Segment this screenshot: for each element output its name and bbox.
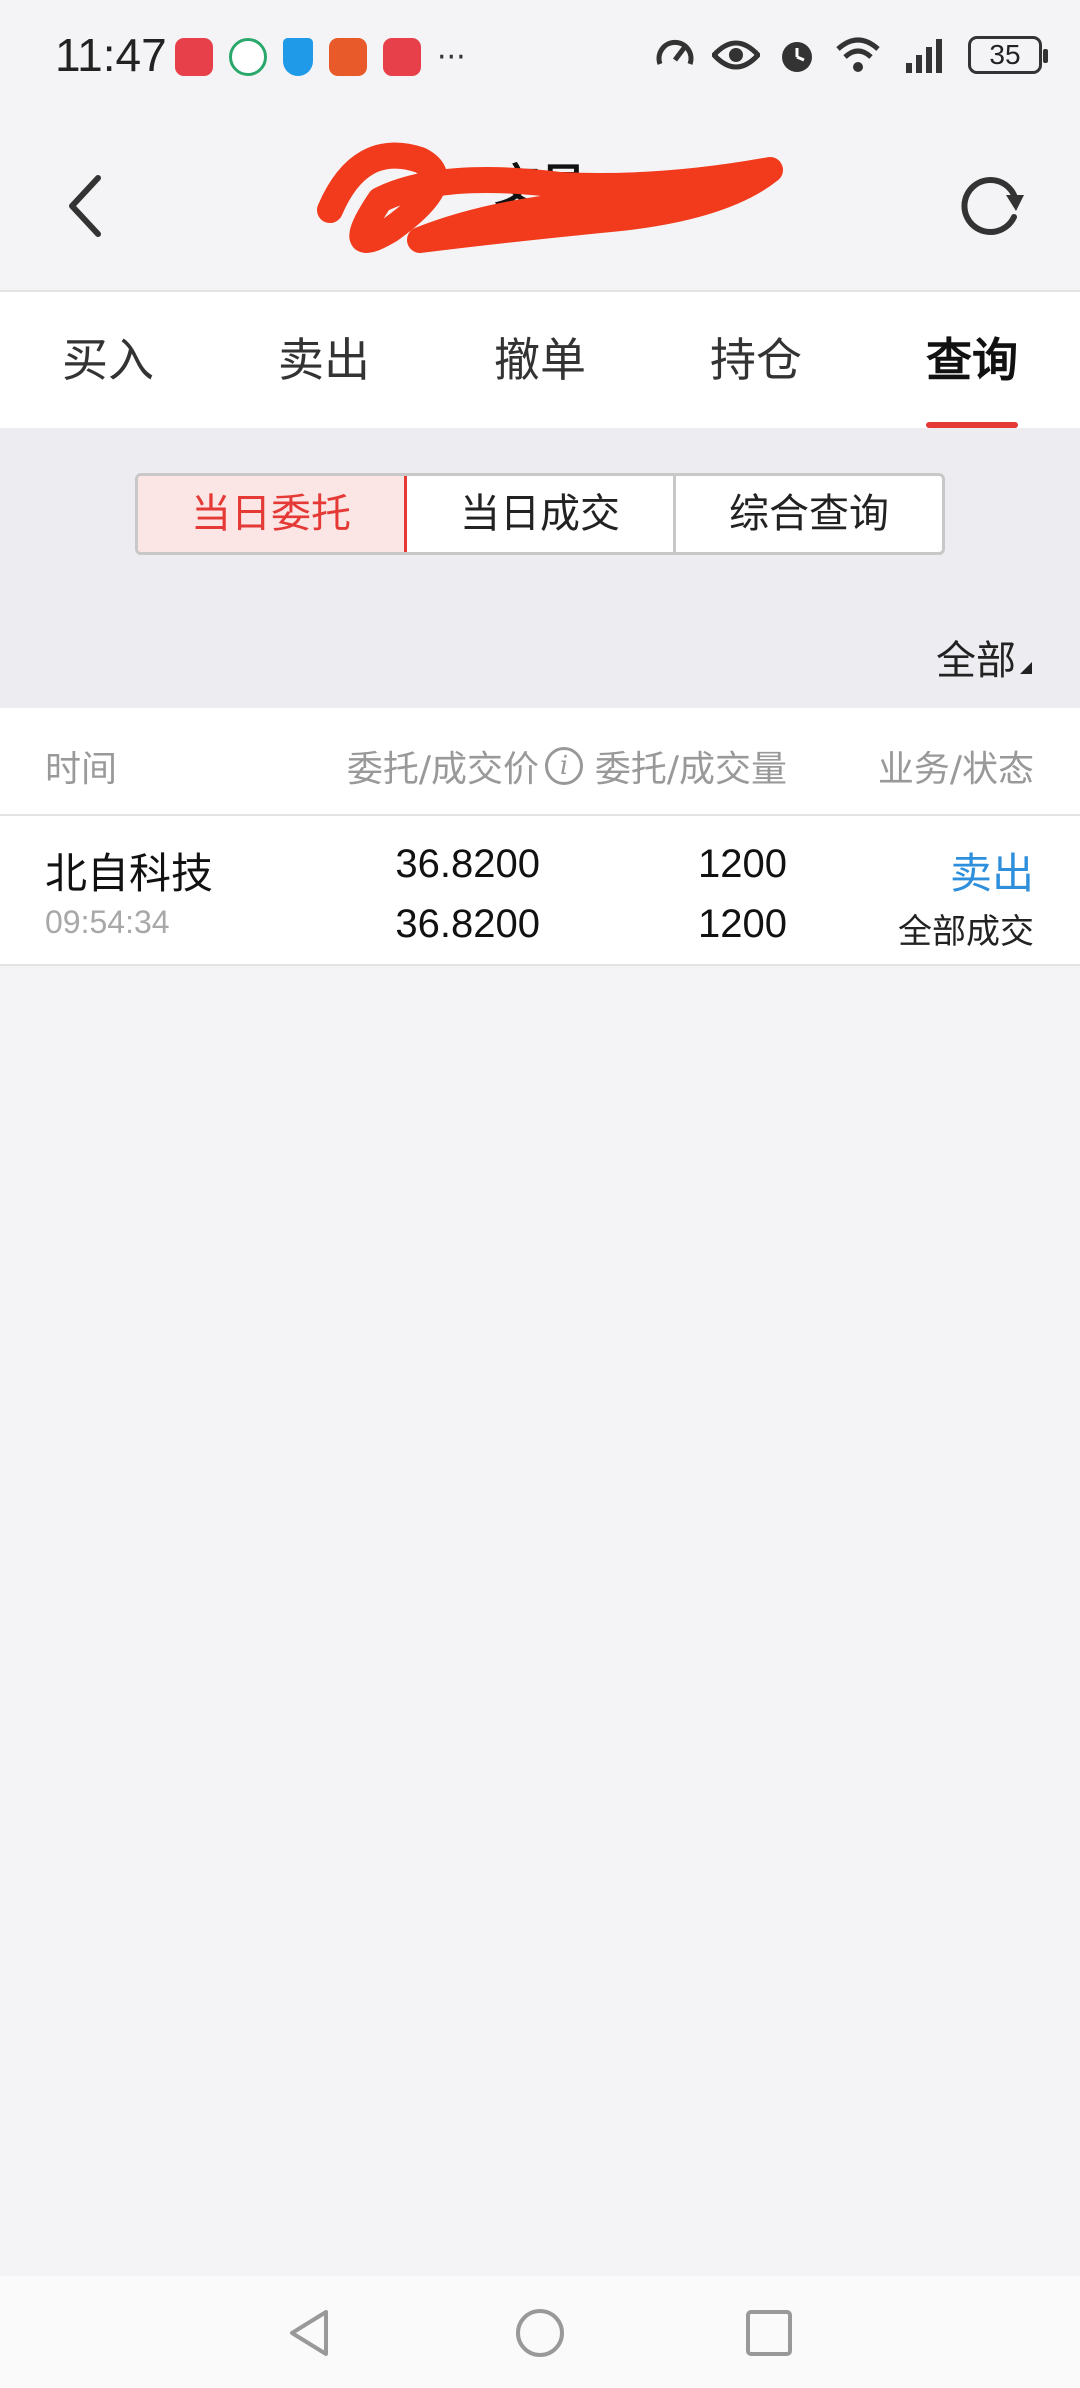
dropdown-triangle-icon xyxy=(1020,662,1032,674)
table-row[interactable]: 北自科技 09:54:34 36.8200 36.8200 1200 1200 … xyxy=(0,816,1080,966)
segment-today-orders[interactable]: 当日委托 xyxy=(138,476,407,552)
tab-buy[interactable]: 买入 xyxy=(0,292,216,428)
tab-cancel[interactable]: 撤单 xyxy=(432,292,648,428)
tab-sell[interactable]: 卖出 xyxy=(216,292,432,428)
order-status: 全部成交 xyxy=(898,912,1034,952)
more-notifications-icon: ··· xyxy=(437,39,466,75)
nav-recents-icon[interactable] xyxy=(742,2306,796,2360)
stock-name: 北自科技 xyxy=(45,849,214,898)
order-quantity: 1200 xyxy=(698,842,787,886)
notification-icons: ··· xyxy=(175,38,466,76)
tab-positions[interactable]: 持仓 xyxy=(648,292,864,428)
column-header-price-label: 委托/成交价 xyxy=(346,749,539,790)
order-price: 36.8200 xyxy=(395,842,540,886)
shield-icon xyxy=(283,38,313,76)
status-bar: 11:47 ··· 35 xyxy=(0,0,1080,110)
securities-app-icon xyxy=(329,38,367,76)
trade-tabs: 买入 卖出 撤单 持仓 查询 xyxy=(0,292,1080,428)
nav-home-icon[interactable] xyxy=(513,2306,567,2360)
refresh-icon[interactable] xyxy=(950,165,1030,245)
system-navigation-bar xyxy=(0,2276,1080,2388)
segment-general-query[interactable]: 综合查询 xyxy=(676,476,942,552)
filter-label: 全部 xyxy=(936,638,1016,684)
battery-indicator: 35 xyxy=(968,36,1048,74)
segment-control: 当日委托 当日成交 综合查询 xyxy=(135,473,945,555)
alarm-icon xyxy=(782,42,812,72)
nav-back-icon[interactable] xyxy=(282,2306,336,2360)
app-icon xyxy=(229,38,267,76)
tab-query[interactable]: 查询 xyxy=(864,292,1080,428)
order-time: 09:54:34 xyxy=(45,904,170,940)
speed-icon xyxy=(656,40,694,65)
query-segment-area: 当日委托 当日成交 综合查询 全部 xyxy=(0,428,1080,708)
info-icon[interactable]: i xyxy=(545,747,583,785)
huawei-store-icon xyxy=(175,38,213,76)
column-header-quantity: 委托/成交量 xyxy=(594,749,787,790)
filter-dropdown[interactable]: 全部 xyxy=(936,628,1032,686)
deal-quantity: 1200 xyxy=(698,902,787,946)
4g-signal-icon xyxy=(906,39,942,73)
huawei-store-icon xyxy=(383,38,421,76)
segment-today-deals[interactable]: 当日成交 xyxy=(407,476,676,552)
business-type: 卖出 xyxy=(949,849,1034,898)
column-header-status: 业务/状态 xyxy=(877,749,1034,790)
table-header: 时间 委托/成交价 i 委托/成交量 业务/状态 xyxy=(0,708,1080,816)
deal-price: 36.8200 xyxy=(395,902,540,946)
redaction-scribble xyxy=(317,142,783,253)
status-time: 11:47 xyxy=(55,29,167,81)
header: 交易 xyxy=(0,110,1080,292)
column-header-time: 时间 xyxy=(45,749,118,790)
wifi-icon xyxy=(836,37,880,72)
system-status-icons: 35 xyxy=(654,34,1048,76)
column-header-price: 委托/成交价 i xyxy=(347,740,583,792)
eye-icon xyxy=(712,40,760,70)
